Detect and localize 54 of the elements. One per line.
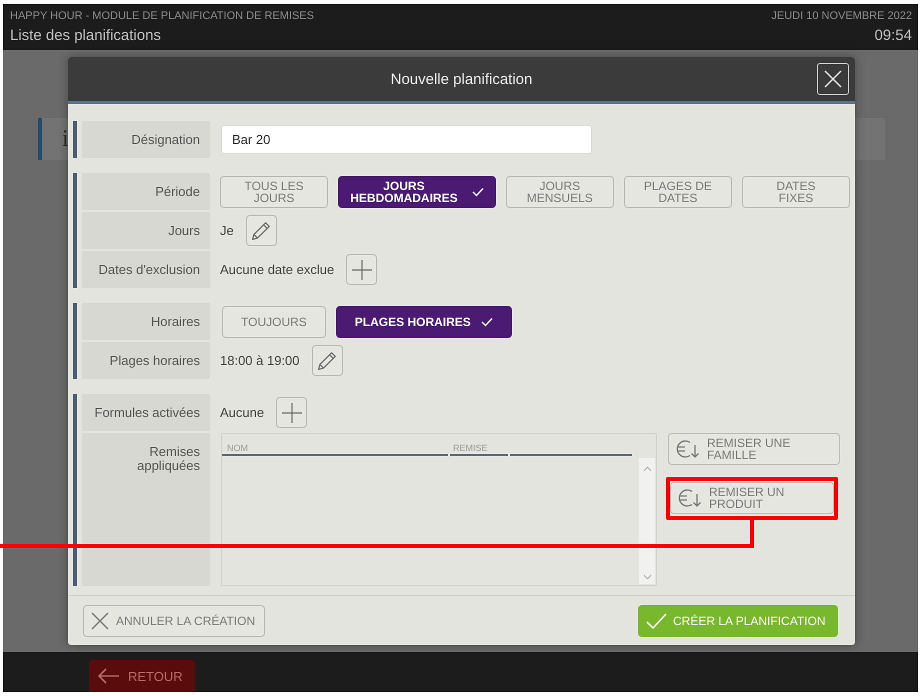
option-button[interactable]: PLAGES DE DATES: [624, 176, 732, 208]
date-text: JEUDI 10 NOVEMBRE 2022: [771, 10, 912, 23]
option-button[interactable]: PLAGES HORAIRES: [336, 306, 512, 338]
create-button[interactable]: CRÉER LA PLANIFICATION: [638, 605, 838, 637]
chevron-down-icon: [642, 574, 652, 580]
column-header: REMISE: [450, 434, 508, 456]
scrollbar[interactable]: [639, 458, 655, 584]
edit-button[interactable]: [246, 215, 277, 246]
field-label: Horaires: [82, 303, 210, 340]
card-text: i: [62, 126, 69, 152]
discount-button[interactable]: REMISER UNE FAMILLE: [668, 433, 840, 465]
option-button[interactable]: JOURS HEBDOMADAIRES: [338, 176, 496, 208]
column-header: NOM: [222, 434, 448, 456]
field-label: Désignation: [82, 121, 210, 158]
check-icon: [472, 186, 484, 196]
chevron-up-icon: [642, 466, 652, 472]
field-value: Aucune date exclue: [220, 262, 334, 277]
section-marker: [73, 121, 77, 158]
option-button[interactable]: TOUS LES JOURS: [220, 176, 328, 208]
dialog-title: Nouvelle planification: [390, 70, 532, 88]
cancel-button[interactable]: ANNULER LA CRÉATION: [83, 605, 266, 637]
plus-icon: [352, 260, 372, 280]
euro-down-arrow-icon: [676, 440, 700, 458]
page-title: Liste des planifications: [10, 26, 162, 45]
field-label: Période: [82, 173, 210, 210]
field-label: Plages horaires: [82, 342, 210, 379]
add-button[interactable]: [276, 397, 308, 428]
text-input[interactable]: Bar 20: [221, 125, 592, 154]
field-label: Formules activées: [82, 394, 210, 431]
pencil-icon: [252, 222, 270, 240]
close-button[interactable]: [817, 63, 849, 95]
check-icon: [480, 316, 493, 326]
field-label: Remises appliquées: [82, 433, 210, 586]
app-title: HAPPY HOUR - MODULE DE PLANIFICATION DE REMISES: [10, 10, 314, 23]
edit-button[interactable]: [312, 345, 343, 376]
field-value: Aucune: [220, 405, 264, 420]
check-icon: [646, 612, 667, 630]
close-icon: [824, 70, 842, 88]
close-icon: [91, 612, 109, 630]
add-button[interactable]: [346, 254, 378, 285]
field-value: Je: [220, 223, 234, 238]
field-label: Jours: [82, 212, 210, 249]
time-text: 09:54: [874, 26, 912, 45]
option-button[interactable]: JOURS MENSUELS: [506, 176, 614, 208]
field-value: 18:00 à 19:00: [220, 353, 300, 368]
option-button[interactable]: DATES FIXES: [742, 176, 850, 208]
back-button[interactable]: RETOUR: [89, 660, 195, 692]
discount-button[interactable]: REMISER UN PRODUIT: [670, 482, 834, 514]
left-arrow-icon: [98, 668, 120, 684]
option-button[interactable]: TOUJOURS: [222, 306, 326, 338]
pencil-icon: [318, 352, 336, 370]
euro-down-arrow-icon: [678, 489, 702, 507]
field-label: Dates d'exclusion: [82, 251, 210, 288]
plus-icon: [282, 402, 302, 422]
